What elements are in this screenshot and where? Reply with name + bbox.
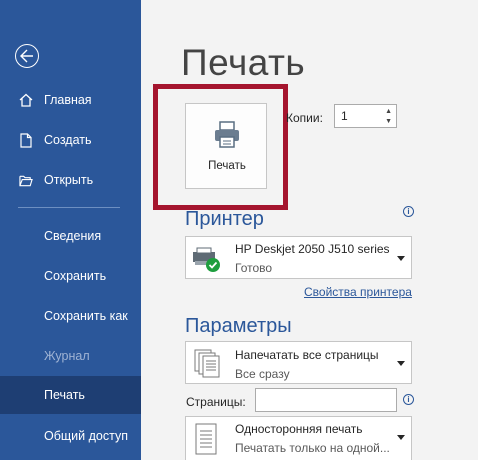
sidebar-item-label: Печать	[44, 388, 85, 402]
sidebar-item-print[interactable]: Печать	[0, 376, 141, 414]
sidebar-item-share[interactable]: Общий доступ	[0, 417, 141, 455]
pages-input[interactable]	[255, 388, 397, 412]
printer-name: HP Deskjet 2050 J510 series	[235, 242, 390, 256]
sides-main: Односторонняя печать	[235, 422, 363, 436]
printer-dropdown[interactable]: HP Deskjet 2050 J510 series Готово	[185, 236, 412, 279]
stepper-down-icon[interactable]: ▼	[385, 118, 392, 125]
sidebar-item-save-as[interactable]: Сохранить как	[0, 297, 141, 335]
home-icon	[19, 92, 33, 108]
sidebar-item-history: Журнал	[0, 337, 141, 375]
sidebar-item-label: Сведения	[44, 229, 102, 243]
chevron-down-icon	[397, 435, 405, 440]
backstage-sidebar: Главная Создать Открыть Сведения Сохрани…	[0, 0, 141, 460]
info-icon[interactable]: i	[403, 206, 414, 217]
sidebar-item-new[interactable]: Создать	[0, 121, 141, 159]
print-range-sub: Все сразу	[235, 367, 290, 381]
printer-status: Готово	[235, 261, 273, 275]
back-button[interactable]	[15, 44, 39, 68]
print-range-main: Напечатать все страницы	[235, 348, 379, 362]
stepper-up-icon[interactable]: ▲	[385, 108, 392, 115]
page-title: Печать	[181, 42, 306, 83]
sidebar-item-label: Общий доступ	[44, 429, 128, 443]
sidebar-item-label: Создать	[44, 133, 92, 147]
sidebar-item-home[interactable]: Главная	[0, 81, 141, 119]
pages-label: Страницы:	[186, 395, 246, 409]
sidebar-item-info[interactable]: Сведения	[0, 217, 141, 255]
copies-stepper[interactable]: 1 ▲ ▼	[334, 104, 397, 128]
sidebar-item-label: Журнал	[44, 349, 90, 363]
open-folder-icon	[19, 172, 33, 188]
sidebar-item-label: Главная	[44, 93, 92, 107]
one-sided-icon	[195, 423, 217, 455]
copies-value: 1	[341, 109, 348, 123]
sidebar-item-label: Открыть	[44, 173, 94, 187]
highlight-frame	[153, 84, 288, 210]
sidebar-divider	[18, 207, 120, 208]
printer-properties-link[interactable]: Свойства принтера	[304, 285, 412, 299]
printer-section-title: Принтер	[185, 208, 264, 230]
sidebar-item-open[interactable]: Открыть	[0, 161, 141, 199]
settings-section-title: Параметры	[185, 315, 292, 337]
chevron-down-icon	[397, 256, 405, 261]
sides-dropdown[interactable]: Односторонняя печать Печатать только на …	[185, 416, 412, 460]
pages-icon	[194, 349, 220, 378]
copies-label: Копии:	[286, 111, 323, 125]
sides-sub: Печатать только на одной...	[235, 441, 390, 455]
print-range-dropdown[interactable]: Напечатать все страницы Все сразу	[185, 341, 412, 384]
sidebar-item-label: Сохранить как	[44, 309, 128, 323]
ready-check-icon	[206, 258, 220, 272]
info-icon[interactable]: i	[403, 394, 414, 405]
sidebar-item-label: Сохранить	[44, 269, 107, 283]
sidebar-item-save[interactable]: Сохранить	[0, 257, 141, 295]
new-document-icon	[19, 132, 33, 148]
back-arrow-icon	[20, 49, 33, 63]
printer-status-icon	[193, 247, 220, 272]
chevron-down-icon	[397, 361, 405, 366]
